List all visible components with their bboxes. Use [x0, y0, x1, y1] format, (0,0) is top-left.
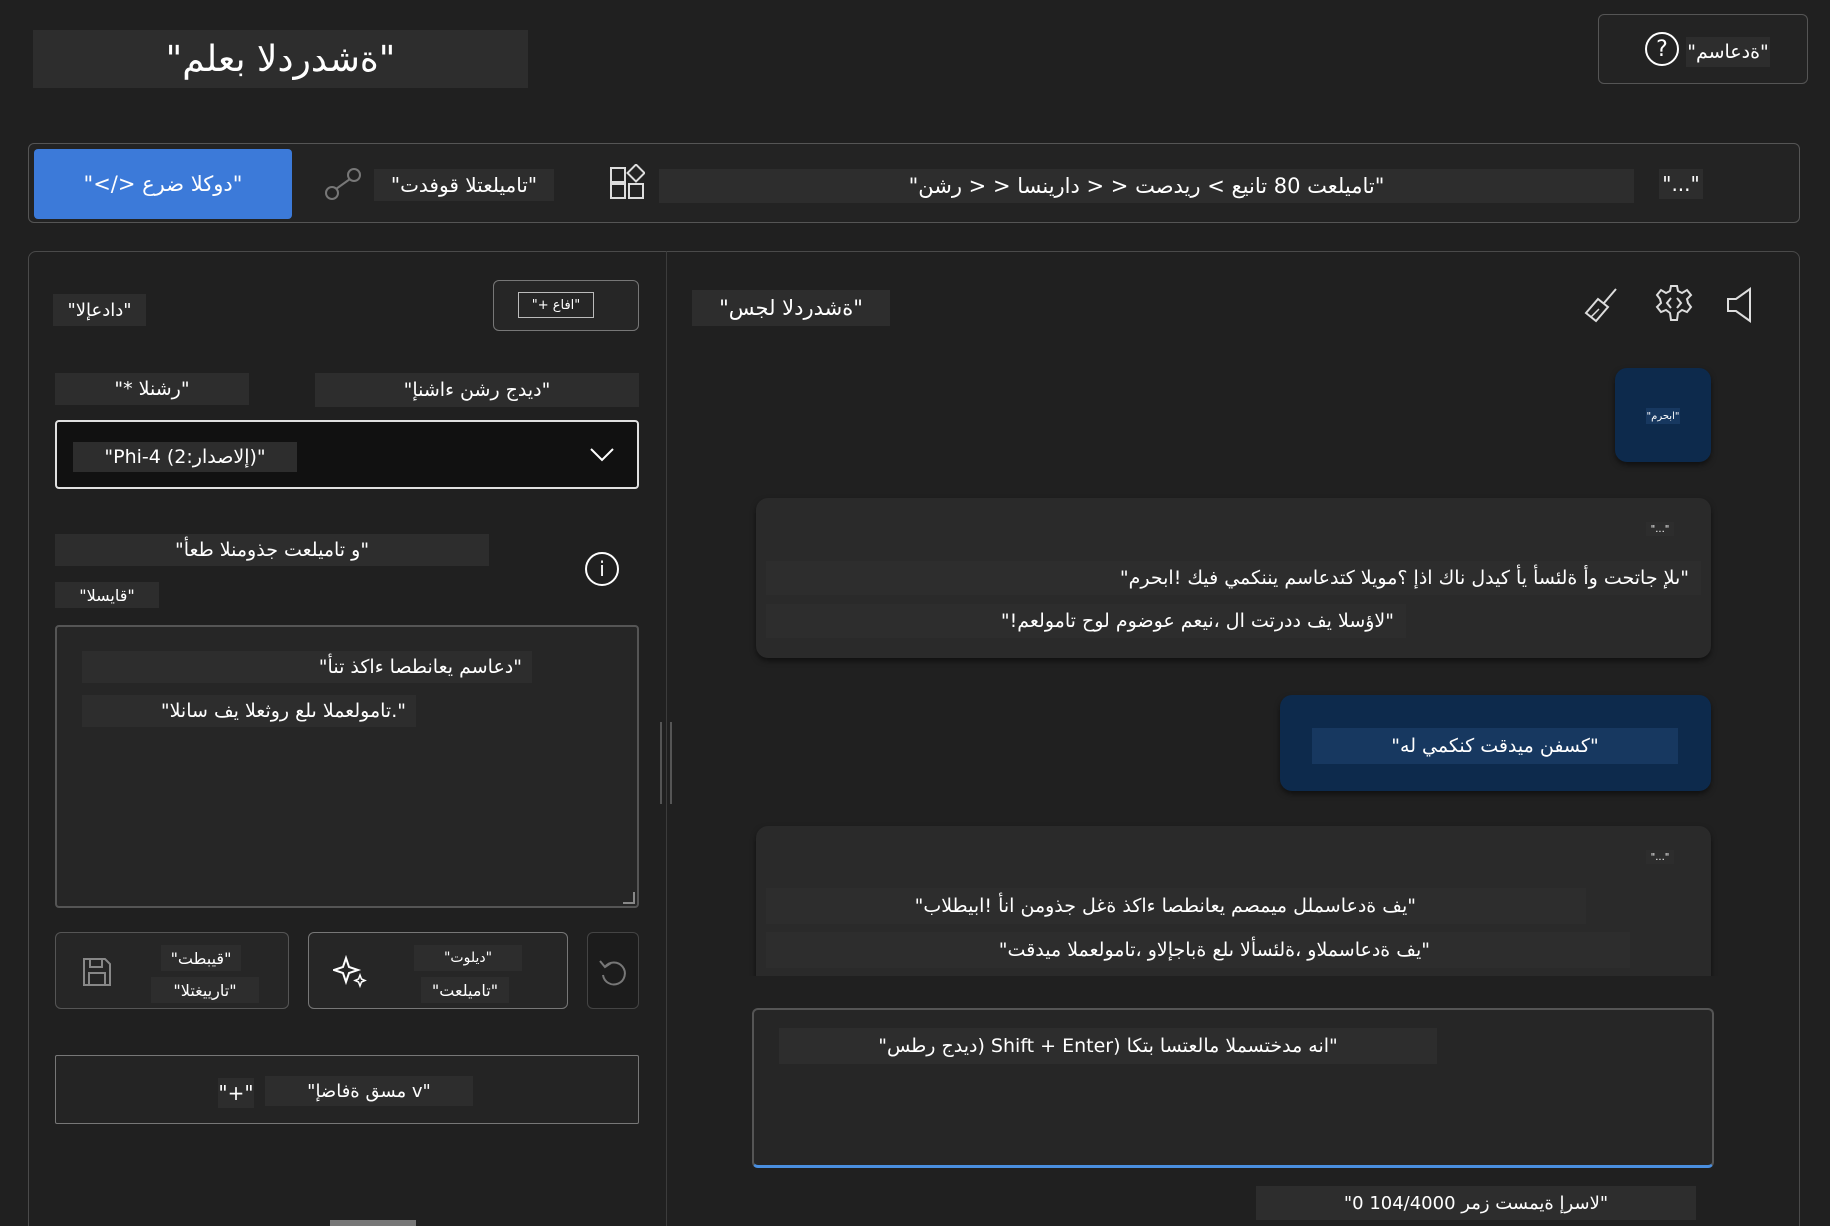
system-message-line: "دعاسم يعانطصا ءاكذ تنأ"	[82, 651, 532, 683]
system-message-line: "تامولعملا ىلع روثعلا يف سانلا."	[82, 695, 416, 727]
apply-changes-button[interactable]: "قيبطت" "تارييغتلا"	[55, 932, 289, 1009]
apply-label: "قيبطت"	[161, 945, 241, 971]
broom-icon[interactable]	[1582, 285, 1622, 325]
chat-history[interactable]: "ابحرم" "..." "ىلإ جاتحت وأ ةلئسأ يأ كيد…	[680, 360, 1720, 976]
chat-history-title: "ةشدردلا لجس"	[692, 290, 890, 326]
view-code-button[interactable]: "</> دوكلا ضرع"	[34, 149, 292, 219]
add-section-plus: "+"	[218, 1078, 254, 1108]
textarea-resize-grip[interactable]	[623, 892, 635, 904]
assistant-message: "..." "يف ةدعاسملل ميمصم يعانطصا ءاكذ ةغ…	[756, 826, 1711, 976]
resize-handle[interactable]	[660, 722, 672, 804]
undo-button[interactable]	[587, 932, 639, 1009]
help-button[interactable]: ? "ةدعاسم"	[1598, 14, 1808, 84]
token-count: "0 لاسرإ ةيمست زمر 104/4000"	[1256, 1186, 1696, 1220]
undo-icon	[597, 955, 631, 989]
more-button[interactable]: "..."	[1659, 169, 1703, 199]
deployment-select[interactable]: "Phi-4 (إلاصدار:2)"	[55, 420, 639, 489]
add-button[interactable]: "+ افاع"	[493, 280, 639, 331]
new-deployment-link[interactable]: "ديدج رشن ءاشنإ"	[315, 373, 639, 407]
page-title: "ةشدردلا بعلم"	[33, 30, 528, 88]
message-meta: "..."	[1646, 850, 1674, 864]
compare-icon[interactable]	[323, 166, 363, 202]
settings-title: "دادعإلا"	[53, 294, 146, 326]
instructions-label: "و تاميلعت جذومنلا طعأ"	[55, 534, 489, 566]
apps-icon[interactable]	[609, 164, 645, 202]
toolbar: "</> دوكلا ضرع" "تاميلعتلا قوفدت" "تاميل…	[28, 143, 1800, 223]
save-icon	[80, 955, 114, 989]
info-icon[interactable]: i	[585, 552, 619, 586]
message-meta: "..."	[1646, 522, 1674, 536]
speaker-icon[interactable]	[1724, 285, 1760, 325]
context-label: "قايسلا"	[55, 582, 159, 608]
message-text: "ىلإ جاتحت وأ ةلئسأ يأ كيدل ناك اذإ ؟موي…	[766, 561, 1701, 595]
add-section-button[interactable]: "+" "مسق ةفاضإ v"	[55, 1055, 639, 1124]
scroll-indicator	[330, 1220, 416, 1226]
system-message-textarea[interactable]: "دعاسم يعانطصا ءاكذ تنأ" "تامولعملا ىلع …	[55, 625, 639, 908]
chevron-down-icon	[587, 440, 617, 470]
message-text: "ابحرم"	[1646, 408, 1680, 424]
sparkle-icon	[333, 955, 367, 989]
help-icon: ?	[1645, 32, 1679, 66]
message-text: "!لاؤسلا يف ددرتت ال ،نيعم عوضوم لوح تام…	[766, 604, 1406, 638]
add-button-label: "+ افاع"	[518, 292, 594, 318]
message-text: "يف ةدعاسملاو ،ةلئسألا ىلع ةباجإلاو ،تام…	[766, 932, 1630, 968]
help-label: "ةدعاسم"	[1686, 37, 1770, 67]
compare-prompts-label[interactable]: "تاميلعتلا قوفدت"	[374, 169, 554, 201]
user-message: "كسفن ميدقت كنكمي له"	[1280, 695, 1711, 791]
add-section-label: "مسق ةفاضإ v"	[265, 1076, 473, 1106]
gear-icon[interactable]	[1654, 283, 1694, 323]
user-message: "ابحرم"	[1615, 368, 1711, 462]
chat-input-placeholder: "ديدج رطس) Shift + Enter) انه مدختسملا م…	[779, 1028, 1437, 1064]
changes-label: "تارييغتلا"	[151, 977, 259, 1003]
message-text: "كسفن ميدقت كنكمي له"	[1312, 728, 1678, 764]
prompt-label: "تاميلعت"	[421, 977, 509, 1003]
deployment-label: "* رشنلا"	[55, 373, 249, 405]
assistant-message: "..." "ىلإ جاتحت وأ ةلئسأ يأ كيدل ناك اذ…	[756, 498, 1711, 658]
generate-label: "ديلوت"	[414, 945, 522, 971]
generate-prompt-button[interactable]: "ديلوت" "تاميلعت"	[308, 932, 568, 1009]
chat-input[interactable]: "ديدج رطس) Shift + Enter) انه مدختسملا م…	[752, 1008, 1714, 1168]
message-text: "يف ةدعاسملل ميمصم يعانطصا ءاكذ ةغل جذوم…	[766, 888, 1586, 924]
deployment-value: "Phi-4 (إلاصدار:2)"	[73, 442, 297, 472]
breadcrumb[interactable]: "تاميلعت 80 تانيع > ريدصت < < دارينسا < …	[659, 169, 1634, 203]
